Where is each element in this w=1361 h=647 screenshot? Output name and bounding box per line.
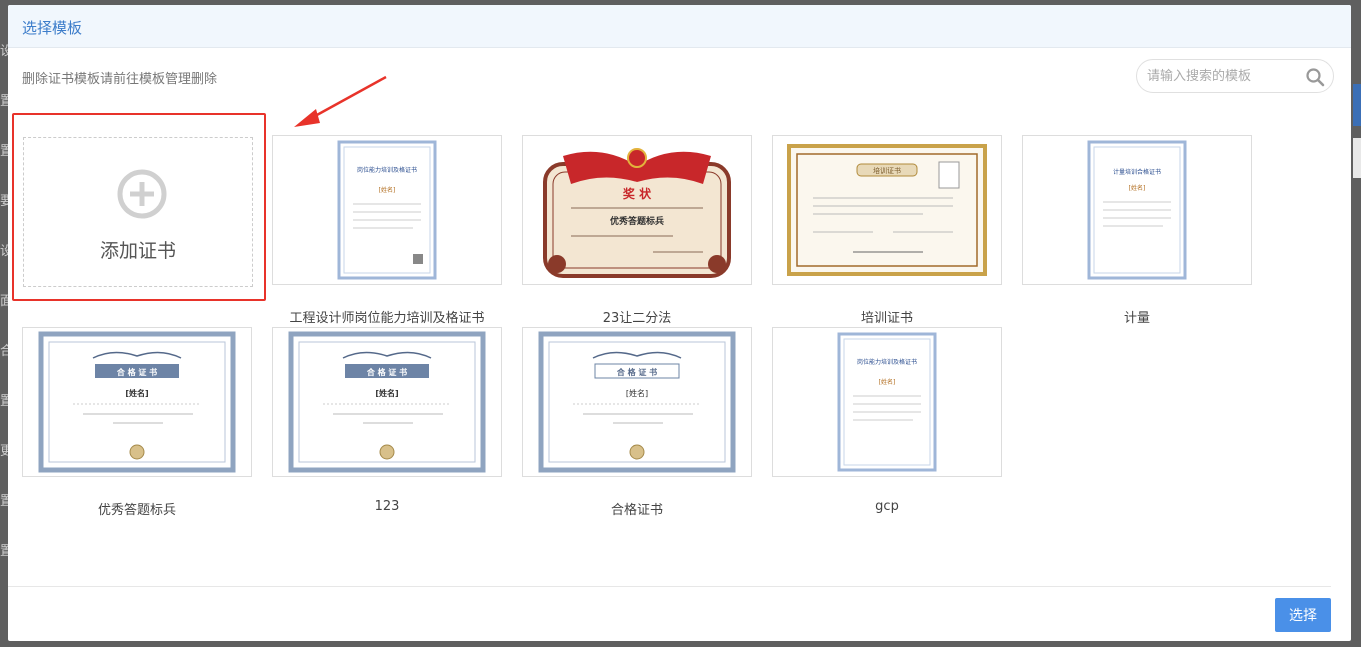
template-name: 培训证书 [860, 311, 913, 326]
thumb-award-sub: 优秀答题标兵 [610, 215, 664, 227]
modal-header: 选择模板 [8, 5, 1351, 48]
plus-circle-icon [117, 169, 167, 219]
thumb-pass: 合 格 证 书 [116, 367, 157, 377]
add-certificate-card[interactable]: 添加证书 [12, 113, 266, 301]
template-card[interactable]: 计量培训合格证书 [姓名] 计量 [1022, 135, 1252, 326]
search-input[interactable] [1147, 67, 1297, 85]
thumb-title: 岗位能力培训及格证书 [357, 166, 417, 174]
thumb-training: 培训证书 [873, 166, 901, 175]
thumb-name: [姓名] [125, 388, 148, 398]
background-text: 置 [0, 394, 14, 409]
background-text: 置 [0, 494, 14, 509]
search-box[interactable] [1136, 59, 1334, 93]
template-thumbnail: 岗位能力培训及格证书 [姓名] [272, 135, 502, 285]
template-card[interactable]: 奖 状 优秀答题标兵 23让二分法 [522, 135, 752, 326]
template-card[interactable]: 岗位能力培训及格证书 [姓名] 工程设计师岗位能力培训及格证书 [272, 135, 502, 326]
delete-hint: 删除证书模板请前往模板管理删除 [22, 72, 218, 87]
certificate-preview: 计量培训合格证书 [姓名] [1087, 140, 1187, 280]
certificate-preview: 岗位能力培训及格证书 [姓名] [337, 140, 437, 280]
template-name: 优秀答题标兵 [97, 503, 176, 518]
certificate-preview: 合 格 证 书 [姓名] [538, 331, 736, 473]
template-thumbnail: 奖 状 优秀答题标兵 [522, 135, 752, 285]
template-card[interactable]: 合 格 证 书 [姓名] 123 [272, 327, 502, 514]
template-card[interactable]: 培训证书 培训证书 [772, 135, 1002, 326]
template-card[interactable]: 合 格 证 书 [姓名] 合格证书 [522, 327, 752, 518]
thumb-name: [姓名] [379, 186, 396, 194]
red-arrow-annotation [294, 75, 387, 127]
certificate-preview: 培训证书 [787, 144, 987, 276]
template-thumbnail: 岗位能力培训及格证书 [姓名] [772, 327, 1002, 477]
template-name: 23让二分法 [602, 311, 672, 326]
add-certificate-box: 添加证书 [23, 137, 253, 287]
template-thumbnail: 合 格 证 书 [姓名] [272, 327, 502, 477]
search-icon[interactable] [1305, 67, 1325, 87]
template-card[interactable]: 岗位能力培训及格证书 [姓名] gcp [772, 327, 1002, 514]
template-card[interactable]: 合 格 证 书 [姓名] 优秀答题标兵 [22, 327, 252, 518]
template-name: gcp [875, 499, 899, 514]
template-name: 工程设计师岗位能力培训及格证书 [289, 311, 485, 326]
thumb-title: 计量培训合格证书 [1113, 168, 1161, 176]
background-text: 合 [0, 344, 14, 359]
background-text: 设 [0, 244, 14, 259]
template-name: 计量 [1123, 311, 1150, 326]
background-text: 置 [0, 544, 14, 559]
template-name: 合格证书 [610, 503, 663, 518]
certificate-preview: 岗位能力培训及格证书 [姓名] [837, 332, 937, 472]
certificate-preview: 合 格 证 书 [姓名] [38, 331, 236, 473]
certificate-preview: 合 格 证 书 [姓名] [288, 331, 486, 473]
thumb-award: 奖 状 [623, 186, 652, 201]
background-tab [1353, 84, 1361, 126]
template-thumbnail: 合 格 证 书 [姓名] [22, 327, 252, 477]
select-button[interactable]: 选择 [1275, 598, 1331, 632]
template-thumbnail: 计量培训合格证书 [姓名] [1022, 135, 1252, 285]
background-text: 面 [0, 294, 14, 309]
background-text: 置 [0, 94, 14, 109]
thumb-title: 岗位能力培训及格证书 [857, 358, 917, 366]
background-text: 更 [0, 444, 14, 459]
thumb-pass: 合 格 证 书 [366, 367, 407, 377]
template-thumbnail: 培训证书 [772, 135, 1002, 285]
footer-divider [8, 586, 1331, 587]
thumb-name: [姓名] [626, 388, 648, 398]
thumb-name: [姓名] [879, 378, 896, 386]
template-name: 123 [374, 499, 400, 514]
background-tab [1353, 138, 1361, 178]
thumb-name: [姓名] [1129, 184, 1146, 192]
background-text: 设 [0, 44, 14, 59]
template-thumbnail: 合 格 证 书 [姓名] [522, 327, 752, 477]
background-text: 要 [0, 194, 14, 209]
thumb-name: [姓名] [375, 388, 398, 398]
add-certificate-label: 添加证书 [99, 240, 176, 262]
certificate-preview: 奖 状 优秀答题标兵 [543, 148, 731, 278]
modal-title: 选择模板 [22, 19, 83, 37]
template-modal: 选择模板 删除证书模板请前往模板管理删除 添加证书 岗位能力培训 [8, 5, 1351, 641]
thumb-pass: 合 格 证 书 [616, 367, 657, 377]
background-text: 置 [0, 144, 14, 159]
